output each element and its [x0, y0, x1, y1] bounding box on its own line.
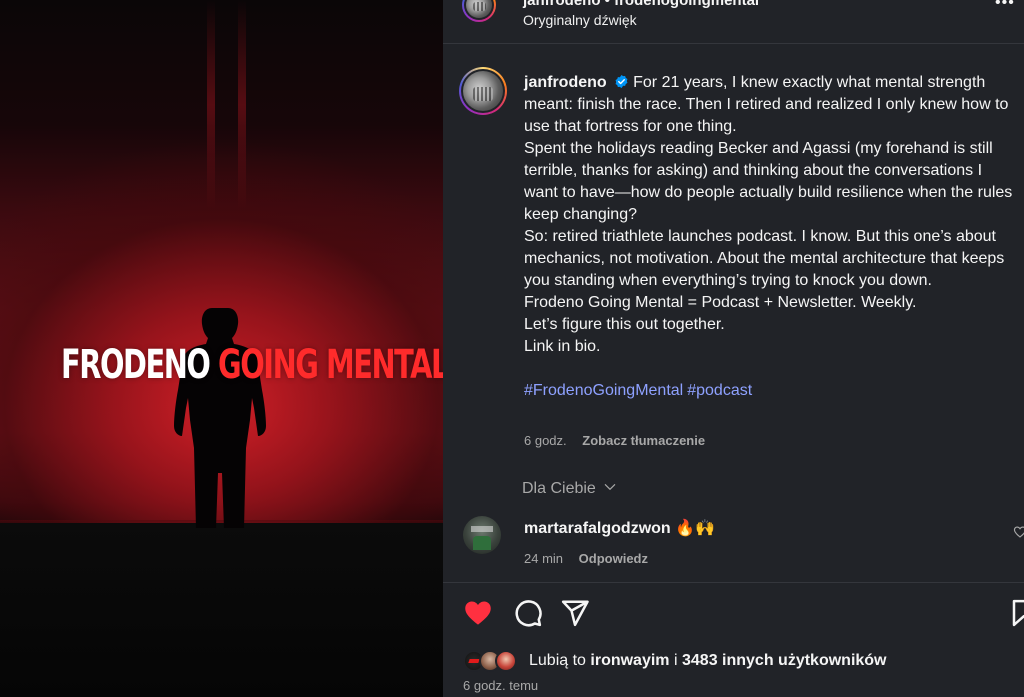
likes-user[interactable]: ironwayim — [590, 652, 669, 669]
comment-body: martarafalgodzwon 🔥🙌 — [524, 518, 715, 538]
instagram-post-view: FRODENO GOING MENTAL janfrodeno • froden… — [0, 0, 1024, 697]
person-silhouette — [174, 308, 266, 528]
likes-others[interactable]: 3483 innych użytkowników — [682, 652, 887, 669]
header-username[interactable]: janfrodeno • frodenogoingmental — [523, 0, 759, 9]
likes-middle: i — [673, 652, 678, 669]
post-side-panel: janfrodeno • frodenogoingmental Oryginal… — [443, 0, 1024, 697]
chevron-down-icon — [605, 484, 616, 490]
comment-like-heart-icon[interactable] — [1013, 525, 1024, 539]
light-streak — [238, 0, 246, 210]
caption-avatar[interactable] — [459, 67, 507, 115]
comments-sort-dropdown[interactable]: Dla Ciebie — [522, 480, 617, 498]
caption-paragraph: So: retired triathlete launches podcast.… — [524, 228, 1005, 289]
comments-sort-label: Dla Ciebie — [522, 480, 596, 497]
reply-button[interactable]: Odpowiedz — [579, 551, 648, 566]
divider — [443, 582, 1024, 583]
comment-meta: 24 min Odpowiedz — [524, 551, 648, 566]
caption-paragraph: Frodeno Going Mental = Podcast + Newslet… — [524, 294, 917, 311]
caption-author[interactable]: janfrodeno — [524, 74, 607, 91]
caption-time: 6 godz. — [524, 433, 567, 448]
comment-avatar[interactable] — [463, 516, 501, 554]
post-caption: janfrodeno For 21 years, I knew exactly … — [524, 72, 1014, 402]
more-options-icon[interactable]: ••• — [995, 0, 1015, 12]
hashtag-link[interactable]: #podcast — [687, 382, 752, 399]
likes-prefix: Lubią to — [529, 652, 586, 669]
comment-username[interactable]: martarafalgodzwon — [524, 520, 671, 537]
post-header: janfrodeno • frodenogoingmental Oryginal… — [443, 0, 1024, 44]
caption-paragraph: Spent the holidays reading Becker and Ag… — [524, 140, 1013, 223]
liker-avatar — [495, 650, 517, 672]
media-title-red: GOING MENTAL — [218, 342, 443, 388]
see-translation-button[interactable]: Zobacz tłumaczenie — [582, 433, 705, 448]
likes-text: Lubią to ironwayim i 3483 innych użytkow… — [529, 652, 887, 670]
light-streak — [207, 0, 215, 210]
comment-text: 🔥🙌 — [675, 520, 715, 537]
comment-bubble-icon[interactable] — [513, 598, 543, 628]
save-bookmark-icon[interactable] — [1009, 598, 1024, 628]
floor — [0, 523, 443, 697]
header-avatar[interactable] — [462, 0, 496, 22]
like-heart-icon[interactable] — [463, 598, 493, 628]
post-media[interactable]: FRODENO GOING MENTAL — [0, 0, 443, 697]
verified-badge-icon — [615, 74, 628, 89]
hashtag-link[interactable]: #FrodenoGoingMental — [524, 382, 683, 399]
audio-label[interactable]: Oryginalny dźwięk — [523, 12, 637, 28]
media-title: FRODENO GOING MENTAL — [61, 342, 443, 388]
media-title-white: FRODENO — [61, 342, 211, 388]
post-timestamp: 6 godz. temu — [463, 678, 539, 693]
caption-paragraph: Let’s figure this out together. — [524, 316, 725, 333]
caption-meta: 6 godz. Zobacz tłumaczenie — [524, 433, 705, 448]
share-paper-plane-icon[interactable] — [560, 598, 590, 628]
caption-hashtags: #FrodenoGoingMental #podcast — [524, 380, 1014, 402]
caption-paragraph: Link in bio. — [524, 338, 601, 355]
comment-time: 24 min — [524, 551, 564, 566]
